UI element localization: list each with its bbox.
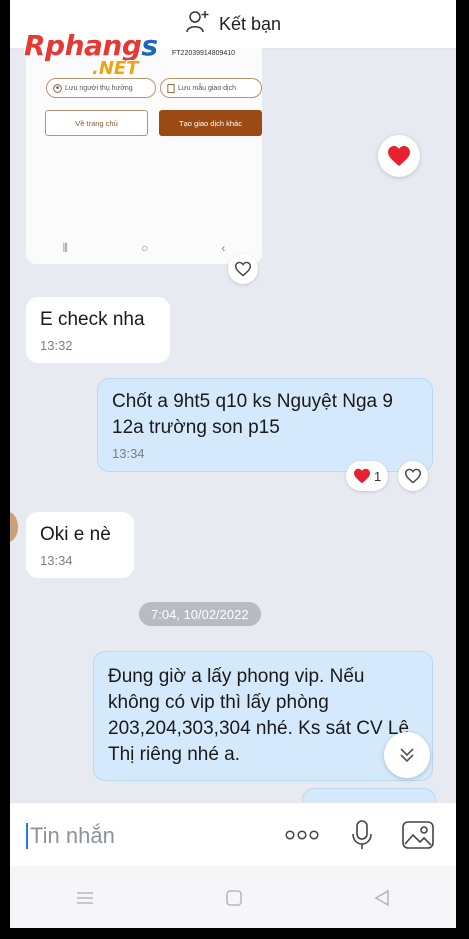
save-template-label: Lưu mẫu giao dịch (178, 84, 236, 92)
message-text: Oki e nè (40, 524, 111, 545)
message-input[interactable]: Tin nhắn (30, 823, 115, 849)
reaction-button[interactable] (378, 135, 420, 177)
heart-outline-icon (404, 468, 422, 484)
more-button[interactable] (284, 817, 320, 853)
like-button[interactable] (398, 461, 428, 491)
reaction-count: 1 (374, 468, 382, 484)
message-time: 13:34 (40, 553, 73, 568)
like-button[interactable] (228, 254, 258, 284)
message-bubble[interactable]: E check nha 13:32 (26, 297, 170, 363)
message-composer: Tin nhắn (10, 802, 456, 867)
home-button: Về trang chủ (45, 110, 148, 136)
shared-image[interactable]: FT22039914809410 Lưu người thụ hưởng Lưu… (26, 48, 262, 264)
recent-apps-icon: ⦀ (62, 240, 68, 255)
watermark-logo: Rphangs .NET (24, 32, 158, 78)
back-icon: ‹ (221, 241, 226, 255)
avatar[interactable] (10, 512, 18, 542)
chevron-double-down-icon (400, 748, 414, 763)
watermark-sub: .NET (92, 58, 139, 79)
reaction-count-badge[interactable]: 1 (346, 461, 389, 491)
new-transaction-button: Tạo giao dịch khác (159, 110, 262, 136)
message-time: 13:32 (40, 338, 73, 353)
save-recipient-label: Lưu người thụ hưởng (65, 84, 133, 92)
save-recipient-pill: Lưu người thụ hưởng (46, 78, 156, 98)
watermark-tail: s (141, 29, 158, 62)
document-icon (167, 83, 175, 93)
image-button[interactable] (400, 817, 436, 853)
home-icon: ○ (141, 241, 149, 255)
add-friend-button[interactable]: Kết bạn (219, 14, 281, 35)
message-bubble[interactable]: Oki e nè 13:34 (26, 512, 134, 578)
date-separator: 7:04, 10/02/2022 (139, 602, 261, 626)
chat-screen: Kết bạn Rphangs .NET FT22039914809410 Lư… (10, 0, 456, 939)
back-triangle-icon[interactable] (373, 889, 391, 907)
system-nav-bar (10, 866, 456, 930)
voice-button[interactable] (344, 817, 380, 853)
device-bottom-edge (0, 928, 469, 939)
home-square-icon[interactable] (225, 889, 243, 907)
message-text: Chốt a 9ht5 q10 ks Nguyệt Nga 9 12a trườ… (112, 391, 393, 438)
message-bubble-outgoing[interactable]: Chốt a 9ht5 q10 ks Nguyệt Nga 9 12a trườ… (97, 378, 433, 472)
message-text: Đung giờ a lấy phong vip. Nếu không có v… (108, 666, 410, 765)
heart-icon (388, 146, 410, 166)
menu-icon[interactable] (75, 890, 95, 906)
image-icon (402, 821, 434, 849)
microphone-icon (352, 820, 372, 849)
add-user-icon[interactable] (185, 9, 211, 40)
heart-outline-icon (234, 261, 252, 277)
user-icon (53, 83, 62, 93)
embedded-navbar: ⦀ ○ ‹ (26, 234, 262, 262)
message-text: E check nha (40, 309, 145, 330)
text-cursor (26, 823, 28, 849)
more-icon (285, 830, 319, 840)
scroll-down-button[interactable] (384, 732, 430, 778)
heart-icon (354, 468, 370, 484)
transaction-id: FT22039914809410 (172, 50, 236, 57)
message-bubble-outgoing[interactable]: Đung giờ a lấy phong vip. Nếu không có v… (93, 651, 433, 781)
save-template-pill: Lưu mẫu giao dịch (160, 78, 262, 98)
